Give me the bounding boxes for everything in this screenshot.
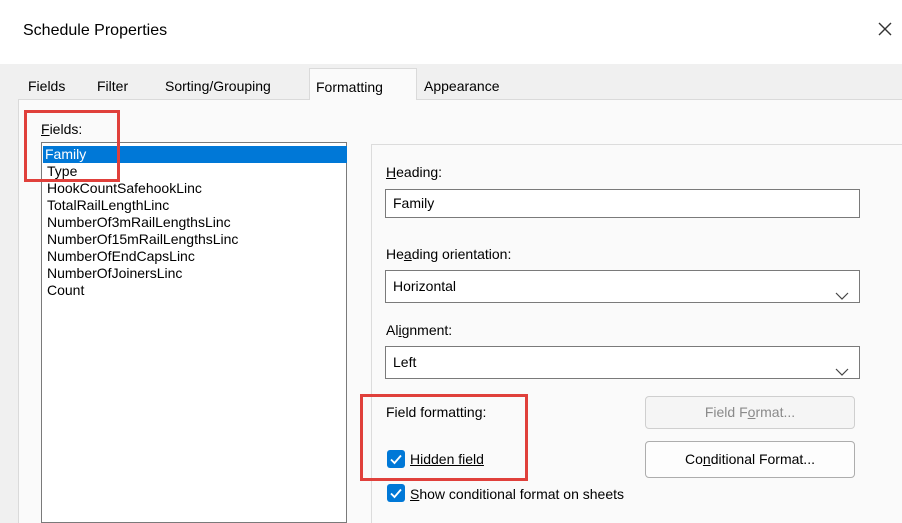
tab-sorting-grouping[interactable]: Sorting/Grouping: [159, 74, 277, 99]
list-item-end-caps[interactable]: NumberOfEndCapsLinc: [45, 248, 195, 265]
close-icon[interactable]: [872, 16, 898, 42]
list-item-joiners[interactable]: NumberOfJoinersLinc: [45, 265, 182, 282]
list-item-3m-rail-lengths[interactable]: NumberOf3mRailLengthsLinc: [45, 214, 231, 231]
tab-fields[interactable]: Fields: [22, 74, 71, 99]
fields-highlight-box: [24, 110, 120, 182]
fields-listbox[interactable]: Family Type HookCountSafehookLinc TotalR…: [41, 142, 347, 523]
heading-label: Heading:: [386, 164, 443, 180]
show-conditional-checkbox[interactable]: [387, 484, 405, 502]
show-conditional-label[interactable]: Show conditional format on sheets: [410, 486, 624, 502]
chevron-down-icon: [835, 357, 849, 376]
tab-formatting[interactable]: Formatting: [309, 68, 417, 100]
heading-orientation-select[interactable]: Horizontal: [385, 270, 860, 303]
alignment-value: Left: [393, 354, 417, 370]
heading-orientation-label: Heading orientation:: [386, 246, 512, 262]
tab-filter[interactable]: Filter: [91, 74, 134, 99]
list-item-count[interactable]: Count: [45, 282, 84, 299]
list-item-total-rail-length[interactable]: TotalRailLengthLinc: [45, 197, 169, 214]
field-format-button[interactable]: Field Format...: [645, 396, 855, 429]
heading-input[interactable]: Family: [385, 189, 860, 218]
field-formatting-highlight-box: [360, 394, 528, 481]
chevron-down-icon: [835, 281, 849, 300]
tab-appearance[interactable]: Appearance: [418, 74, 506, 99]
conditional-format-button[interactable]: Conditional Format...: [645, 441, 855, 478]
list-item-15m-rail-lengths[interactable]: NumberOf15mRailLengthsLinc: [45, 231, 238, 248]
heading-orientation-value: Horizontal: [393, 278, 457, 294]
list-item-hook-count[interactable]: HookCountSafehookLinc: [45, 180, 202, 197]
dialog-title: Schedule Properties: [23, 22, 168, 39]
alignment-label: Alignment:: [386, 322, 453, 338]
alignment-select[interactable]: Left: [385, 346, 860, 379]
